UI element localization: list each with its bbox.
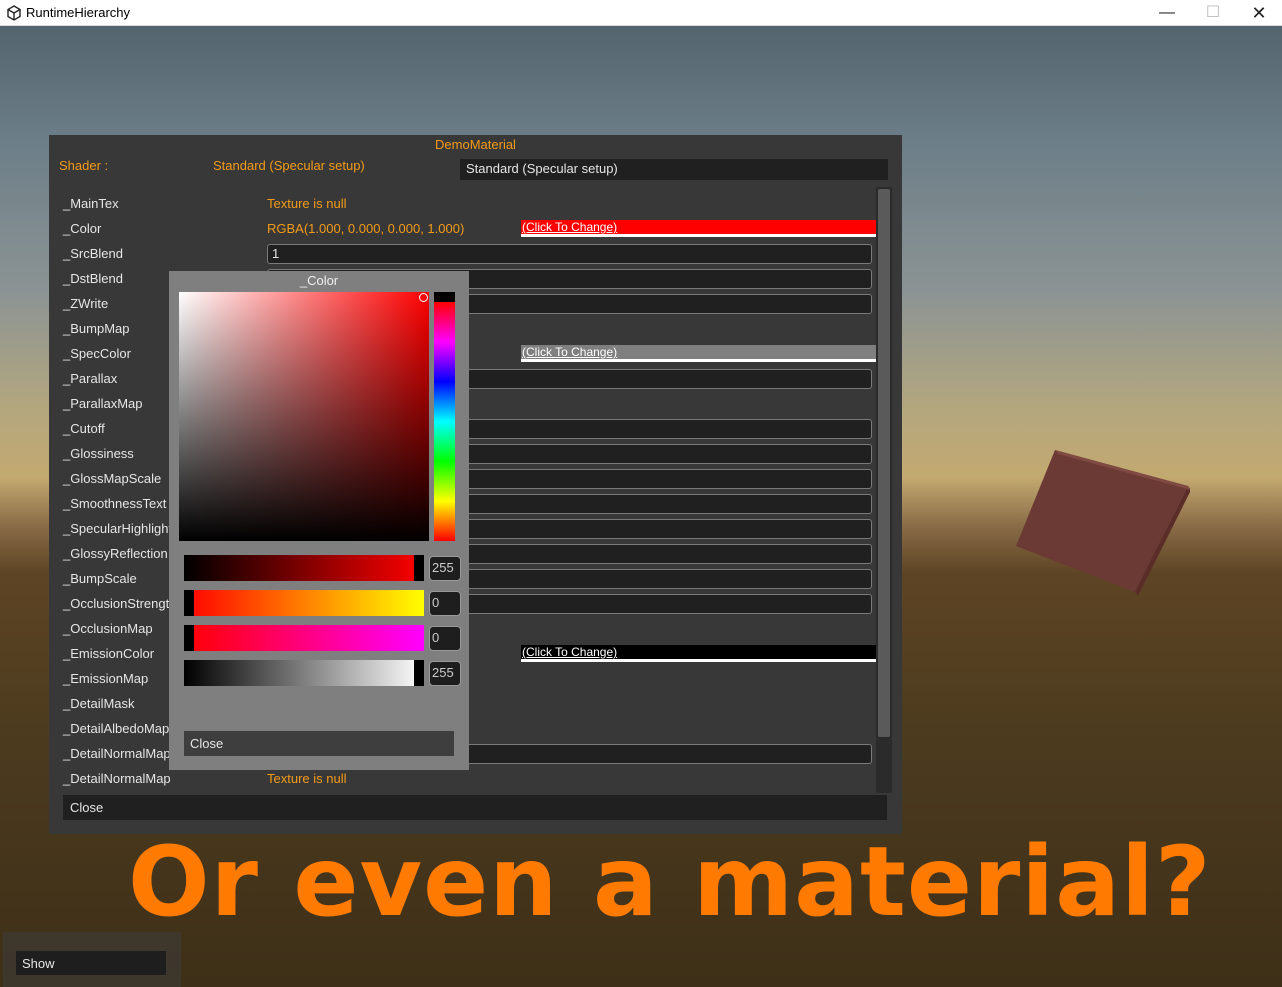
property-name: _BumpMap (63, 321, 130, 336)
property-value-text: Texture is null (267, 771, 347, 786)
property-name: _EmissionColor (63, 646, 155, 661)
blue-slider-handle[interactable] (184, 625, 194, 651)
red-value-field[interactable]: 255 (429, 556, 461, 581)
property-name: _Parallax (63, 371, 118, 386)
color-picker-popup: _Color 255 0 0 255 Close (169, 271, 469, 770)
color-swatch-button[interactable]: (Click To Change) (521, 220, 878, 237)
color-marker[interactable] (419, 293, 428, 302)
color-swatch-button[interactable]: (Click To Change) (521, 645, 878, 662)
property-name: _ZWrite (63, 296, 109, 311)
property-name: _ParallaxMap (63, 396, 143, 411)
picker-title: _Color (299, 273, 339, 288)
hue-strip[interactable] (434, 292, 455, 541)
property-name: _Color (63, 221, 102, 236)
color-swatch-button[interactable]: (Click To Change) (521, 345, 878, 362)
maximize-button[interactable]: ☐ (1190, 0, 1236, 26)
property-name: _SmoothnessText (63, 496, 167, 511)
panel-title: DemoMaterial (435, 137, 516, 152)
property-value-text: RGBA(1.000, 0.000, 0.000, 1.000) (267, 221, 465, 236)
property-input[interactable]: 1 (267, 244, 872, 264)
property-name: _DetailAlbedoMap (63, 721, 170, 736)
shader-value: Standard (Specular setup) (213, 158, 365, 173)
picker-close-button[interactable]: Close (184, 731, 454, 756)
shader-dropdown[interactable]: Standard (Specular setup) (460, 159, 888, 180)
property-name: _Glossiness (63, 446, 134, 461)
green-value-field[interactable]: 0 (429, 591, 461, 616)
blue-value-field[interactable]: 0 (429, 626, 461, 651)
show-button[interactable]: Show (16, 951, 166, 975)
alpha-value-field[interactable]: 255 (429, 661, 461, 686)
window-title: RuntimeHierarchy (26, 5, 131, 20)
property-name: _GlossyReflection (63, 546, 168, 561)
property-value-text: Texture is null (267, 196, 347, 211)
alpha-slider[interactable] (184, 660, 424, 686)
alpha-slider-handle[interactable] (414, 660, 424, 686)
shader-label: Shader : (59, 158, 109, 173)
property-name: _Cutoff (63, 421, 105, 436)
green-slider[interactable] (184, 590, 424, 616)
property-name: _EmissionMap (63, 671, 149, 686)
scrollbar-thumb[interactable] (878, 189, 890, 737)
property-name: _DetailNormalMap (63, 746, 171, 761)
close-window-button[interactable]: ✕ (1236, 0, 1282, 26)
cube-object (1016, 450, 1190, 596)
panel-close-button[interactable]: Close (63, 795, 887, 820)
red-slider-handle[interactable] (414, 555, 424, 581)
unity-logo-icon (7, 5, 21, 21)
property-name: _SpecColor (63, 346, 131, 361)
property-name: _DetailNormalMap (63, 771, 171, 786)
show-panel: Show (3, 932, 181, 987)
property-name: _DstBlend (63, 271, 123, 286)
blue-slider[interactable] (184, 625, 424, 651)
property-name: _BumpScale (63, 571, 137, 586)
title-bar: RuntimeHierarchy — ☐ ✕ (0, 0, 1282, 26)
saturation-value-area[interactable] (179, 292, 429, 541)
property-name: _GlossMapScale (63, 471, 162, 486)
property-name: _SrcBlend (63, 246, 123, 261)
property-name: _SpecularHighlight (63, 521, 173, 536)
red-slider[interactable] (184, 555, 424, 581)
property-name: _MainTex (63, 196, 119, 211)
minimize-button[interactable]: — (1144, 0, 1190, 26)
property-name: _OcclusionStrengt (63, 596, 170, 611)
green-slider-handle[interactable] (184, 590, 194, 616)
property-name: _DetailMask (63, 696, 135, 711)
overlay-caption: Or even a material? (128, 826, 1212, 938)
property-name: _OcclusionMap (63, 621, 153, 636)
